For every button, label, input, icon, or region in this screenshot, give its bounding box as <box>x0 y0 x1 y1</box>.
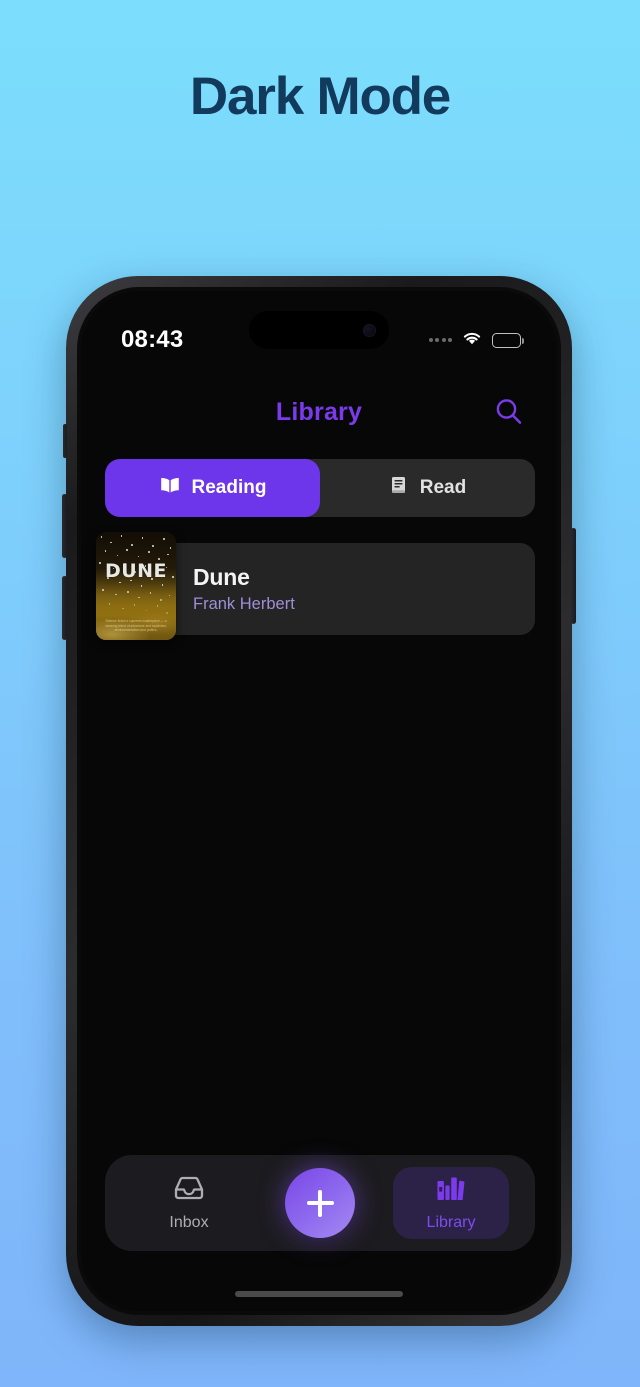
book-author: Frank Herbert <box>193 595 295 613</box>
volume-up-button[interactable] <box>62 494 67 558</box>
battery-icon <box>492 332 524 348</box>
wifi-icon <box>461 330 483 351</box>
phone-screen: 08:43 Library Reading Read DUNE Science … <box>81 291 557 1311</box>
tab-read[interactable]: Read <box>320 459 535 517</box>
library-title: Library <box>275 397 363 426</box>
tab-reading[interactable]: Reading <box>105 459 320 517</box>
book-list: DUNE Science fiction's supreme masterpie… <box>96 532 535 640</box>
nav-item-inbox[interactable]: Inbox <box>131 1167 247 1239</box>
bottom-navigation-bar: Inbox Library <box>105 1155 535 1251</box>
silent-switch[interactable] <box>63 424 67 458</box>
book-title: Dune <box>193 564 250 590</box>
page-title: Dark Mode <box>189 67 451 126</box>
volume-down-button[interactable] <box>62 576 67 640</box>
phone-frame: 08:43 Library Reading Read DUNE Science … <box>62 276 576 1326</box>
dynamic-island <box>249 311 389 349</box>
phone-bezel: 08:43 Library Reading Read DUNE Science … <box>77 287 561 1315</box>
status-indicators <box>428 330 524 351</box>
nav-item-library-label: Library <box>426 1213 476 1231</box>
status-bar: 08:43 <box>81 291 557 367</box>
segmented-control: Reading Read <box>105 459 535 517</box>
book-list-item[interactable]: DUNE Science fiction's supreme masterpie… <box>96 532 535 640</box>
home-indicator[interactable] <box>235 1291 403 1297</box>
nav-item-inbox-label: Inbox <box>169 1213 209 1231</box>
books-shelf-icon <box>434 1175 468 1207</box>
plus-icon <box>307 1190 334 1217</box>
add-book-button[interactable] <box>285 1168 355 1238</box>
cover-title-text: DUNE <box>104 560 168 583</box>
book-meta: Dune Frank Herbert <box>193 564 295 614</box>
tab-reading-label: Reading <box>191 477 267 498</box>
inbox-tray-icon <box>172 1175 206 1207</box>
tab-read-label: Read <box>419 477 467 498</box>
closed-book-icon <box>389 475 409 501</box>
app-header: Library <box>81 383 557 441</box>
status-clock: 08:43 <box>121 326 184 353</box>
front-camera-icon <box>363 323 376 337</box>
cellular-dots-icon <box>428 338 452 342</box>
search-icon[interactable] <box>489 392 529 432</box>
nav-item-library[interactable]: Library <box>393 1167 509 1239</box>
open-book-icon <box>159 476 181 501</box>
cover-blurb-text: Science fiction's supreme masterpiece — … <box>105 619 167 633</box>
power-button[interactable] <box>571 528 576 624</box>
book-cover-image: DUNE Science fiction's supreme masterpie… <box>96 532 176 640</box>
